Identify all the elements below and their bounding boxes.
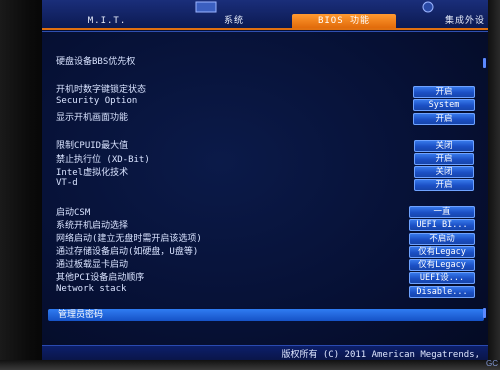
value-network-boot[interactable]: 不启动 xyxy=(409,233,475,245)
value-xd-bit[interactable]: 开启 xyxy=(414,153,474,165)
monitor-bezel-right xyxy=(486,0,500,370)
row-bbs-priority[interactable]: 硬盘设备BBS优先权 xyxy=(56,54,135,67)
value-show-boot-logo[interactable]: 开启 xyxy=(413,113,475,125)
admin-password-label: 管理员密码 xyxy=(58,310,104,320)
tab-underline-secondary xyxy=(42,31,488,32)
copyright-footer: 版权所有 (C) 2011 American Megatrends, xyxy=(42,345,488,360)
bios-screen: M.I.T. 系统 BIOS 功能 集成外设 硬盘设备BBS优先权 开机时数字键… xyxy=(42,0,488,360)
tab-mit[interactable]: M.I.T. xyxy=(82,14,132,28)
row-admin-password-selected[interactable]: 管理员密码 xyxy=(48,309,484,321)
value-system-boot-selection[interactable]: UEFI BI... xyxy=(409,219,475,231)
monitor-bezel-bottom xyxy=(0,360,500,370)
value-other-pci-boot[interactable]: UEFI设... xyxy=(409,272,475,284)
row-network-stack[interactable]: Network stack xyxy=(56,284,126,294)
row-network-boot[interactable]: 网络启动(建立无盘时需开启该选项) xyxy=(56,231,202,244)
tab-underline xyxy=(42,28,488,30)
watermark-logo: GC xyxy=(486,359,498,368)
tab-system[interactable]: 系统 xyxy=(214,14,254,28)
row-limit-cpuid[interactable]: 限制CPUID最大值 xyxy=(56,138,128,151)
value-network-stack[interactable]: Disable... xyxy=(409,286,475,298)
row-security-option[interactable]: Security Option xyxy=(56,96,137,106)
row-show-boot-logo[interactable]: 显示开机画面功能 xyxy=(56,110,128,123)
value-boot-numlock[interactable]: 开启 xyxy=(413,86,475,98)
row-launch-csm[interactable]: 启动CSM xyxy=(56,205,90,218)
value-security-option[interactable]: System xyxy=(413,99,475,111)
row-system-boot-selection[interactable]: 系统开机启动选择 xyxy=(56,218,128,231)
row-boot-numlock[interactable]: 开机时数字键锁定状态 xyxy=(56,82,146,95)
system-icon xyxy=(195,1,217,13)
row-other-pci-boot[interactable]: 其他PCI设备启动顺序 xyxy=(56,270,144,283)
scroll-indicator-bottom xyxy=(483,308,486,318)
tab-peripherals[interactable]: 集成外设 xyxy=(442,14,488,28)
value-launch-csm[interactable]: 一直 xyxy=(409,206,475,218)
tab-bios[interactable]: BIOS 功能 xyxy=(292,14,396,28)
value-intel-virtualization[interactable]: 关闭 xyxy=(414,166,474,178)
row-xd-bit[interactable]: 禁止执行位 (XD-Bit) xyxy=(56,152,150,165)
peripherals-icon xyxy=(422,1,434,13)
scroll-indicator-top xyxy=(483,58,486,68)
row-vt-d[interactable]: VT-d xyxy=(56,178,78,188)
row-storage-boot[interactable]: 通过存储设备启动(如硬盘，U盘等) xyxy=(56,244,198,257)
monitor-bezel-left xyxy=(0,0,42,370)
copyright-text: 版权所有 (C) 2011 American Megatrends, xyxy=(281,350,480,360)
value-vt-d[interactable]: 开启 xyxy=(414,179,474,191)
tab-bar: M.I.T. 系统 BIOS 功能 集成外设 xyxy=(42,0,488,28)
row-intel-virtualization[interactable]: Intel虚拟化技术 xyxy=(56,165,128,178)
value-limit-cpuid[interactable]: 关闭 xyxy=(414,140,474,152)
row-onboard-gpu-boot[interactable]: 通过板载显卡启动 xyxy=(56,257,128,270)
value-storage-boot[interactable]: 仅有Legacy xyxy=(409,246,475,258)
value-onboard-gpu-boot[interactable]: 仅有Legacy xyxy=(409,259,475,271)
